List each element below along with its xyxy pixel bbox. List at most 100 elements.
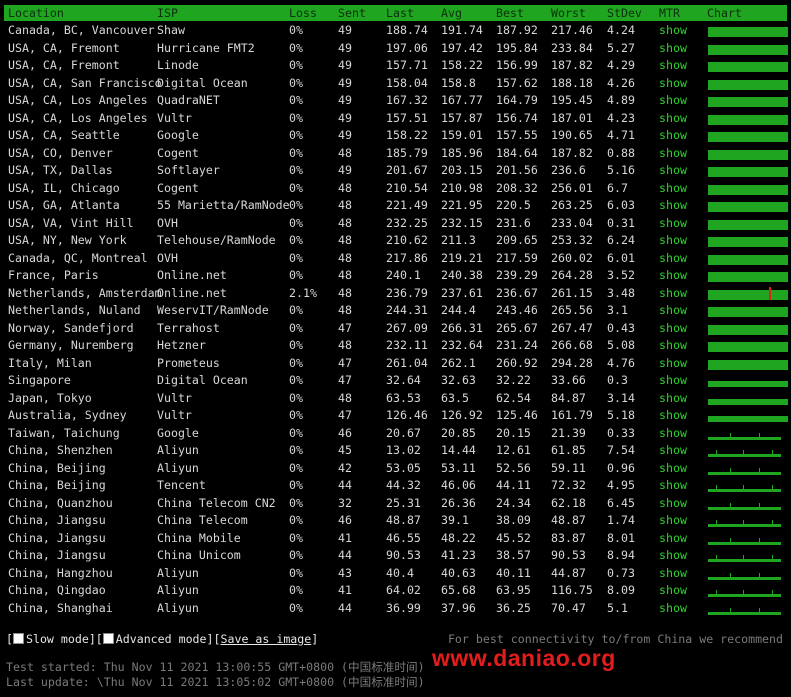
cell-best: 260.92 (496, 355, 538, 370)
mtr-show-link[interactable]: show (659, 355, 687, 373)
cell-location: Netherlands, Nuland (8, 303, 141, 317)
mtr-show-link[interactable]: show (659, 215, 687, 233)
cell-best: 231.6 (496, 215, 531, 230)
slow-mode-label[interactable]: Slow mode (26, 632, 89, 646)
mtr-show-link[interactable]: show (659, 267, 687, 285)
mtr-show-link[interactable]: show (659, 512, 687, 530)
test-started: Test started: Thu Nov 11 2021 13:00:55 G… (6, 660, 425, 674)
cell-best: 195.84 (496, 40, 538, 55)
mtr-show-link[interactable]: show (659, 460, 687, 478)
cell-stdev: 0.31 (607, 215, 635, 230)
cell-stdev: 5.16 (607, 163, 635, 177)
mtr-show-link[interactable]: show (659, 407, 687, 425)
cell-sent: 49 (338, 163, 352, 177)
cell-stdev: 6.45 (607, 495, 635, 510)
mtr-show-link[interactable]: show (659, 547, 687, 565)
cell-last: 13.02 (386, 443, 421, 457)
cell-isp: OVH (157, 250, 178, 265)
mtr-show-link[interactable]: show (659, 22, 687, 40)
cell-location: Australia, Sydney (8, 408, 127, 422)
mtr-show-link[interactable]: show (659, 285, 687, 303)
mtr-show-link[interactable]: show (659, 390, 687, 408)
cell-last: 210.62 (386, 233, 428, 247)
table-row: USA, CA, San Francisco Digital Ocean 0% 49 1… (0, 75, 791, 93)
mtr-show-link[interactable]: show (659, 425, 687, 443)
cell-stdev: 4.26 (607, 75, 635, 90)
cell-isp: Vultr (157, 110, 192, 125)
mtr-show-link[interactable]: show (659, 320, 687, 338)
cell-avg: 266.31 (441, 320, 483, 335)
cell-worst: 61.85 (551, 443, 586, 457)
table-row: USA, CA, Fremont Hurricane FMT2 0% 49 197.06… (0, 40, 791, 58)
cell-last: 232.25 (386, 215, 428, 230)
cell-isp: Digital Ocean (157, 75, 248, 90)
cell-worst: 187.01 (551, 110, 593, 125)
mtr-show-link[interactable]: show (659, 92, 687, 110)
mtr-show-link[interactable]: show (659, 250, 687, 268)
mtr-show-link[interactable]: show (659, 337, 687, 355)
mtr-show-link[interactable]: show (659, 127, 687, 145)
latency-sparkline (708, 77, 788, 90)
cell-last: 158.22 (386, 128, 428, 142)
cell-worst: 187.82 (551, 58, 593, 72)
mtr-show-link[interactable]: show (659, 57, 687, 75)
cell-location: Germany, Nuremberg (8, 338, 134, 352)
cell-avg: 32.63 (441, 373, 476, 387)
mtr-show-link[interactable]: show (659, 600, 687, 618)
advanced-mode-checkbox[interactable] (102, 633, 114, 644)
mtr-show-link[interactable]: show (659, 302, 687, 320)
mtr-show-link[interactable]: show (659, 477, 687, 495)
table-row: USA, CO, Denver Cogent 0% 48 185.79 185.96 184… (0, 145, 791, 163)
mtr-show-link[interactable]: show (659, 110, 687, 128)
cell-last: 20.67 (386, 425, 421, 440)
column-best: Best (496, 6, 524, 20)
cell-worst: 48.87 (551, 513, 586, 527)
cell-worst: 264.28 (551, 268, 593, 282)
mtr-show-link[interactable]: show (659, 40, 687, 58)
cell-isp: Aliyun (157, 443, 199, 457)
mtr-show-link[interactable]: show (659, 582, 687, 600)
cell-stdev: 4.76 (607, 355, 635, 370)
cell-location: Netherlands, Amsterdam (8, 285, 162, 300)
cell-stdev: 5.08 (607, 338, 635, 352)
cell-best: 239.29 (496, 268, 538, 282)
cell-stdev: 3.1 (607, 303, 628, 317)
mtr-show-link[interactable]: show (659, 180, 687, 198)
mtr-show-link[interactable]: show (659, 372, 687, 390)
cell-loss: 0% (289, 40, 303, 55)
advanced-mode-label[interactable]: Advanced mode (116, 632, 207, 646)
cell-location: China, Jiangsu (8, 548, 106, 562)
cell-last: 232.11 (386, 338, 428, 352)
cell-avg: 48.22 (441, 530, 476, 545)
cell-location: USA, CA, Fremont (8, 58, 120, 72)
latency-sparkline (708, 59, 788, 72)
cell-worst: 294.28 (551, 355, 593, 370)
cell-best: 24.34 (496, 495, 531, 510)
cell-location: USA, CA, Los Angeles (8, 93, 148, 107)
slow-mode-checkbox[interactable] (12, 633, 24, 644)
mtr-show-link[interactable]: show (659, 495, 687, 513)
save-as-image-link[interactable]: Save as image (221, 632, 312, 646)
cell-isp: Digital Ocean (157, 373, 248, 387)
cell-stdev: 8.01 (607, 530, 635, 545)
cell-last: 221.49 (386, 198, 428, 212)
cell-isp: China Mobile (157, 530, 241, 545)
mtr-show-link[interactable]: show (659, 197, 687, 215)
cell-worst: 195.45 (551, 93, 593, 107)
cell-stdev: 0.43 (607, 320, 635, 335)
cell-last: 210.54 (386, 180, 428, 195)
latency-sparkline (708, 217, 788, 230)
cell-isp: Prometeus (157, 355, 220, 370)
cell-stdev: 4.71 (607, 128, 635, 142)
cell-best: 45.52 (496, 530, 531, 545)
cell-loss: 0% (289, 530, 303, 545)
mtr-show-link[interactable]: show (659, 565, 687, 583)
mtr-show-link[interactable]: show (659, 145, 687, 163)
mtr-show-link[interactable]: show (659, 162, 687, 180)
cell-sent: 46 (338, 425, 352, 440)
mtr-show-link[interactable]: show (659, 75, 687, 93)
mtr-show-link[interactable]: show (659, 530, 687, 548)
mtr-show-link[interactable]: show (659, 442, 687, 460)
mtr-show-link[interactable]: show (659, 232, 687, 250)
cell-loss: 0% (289, 233, 303, 247)
